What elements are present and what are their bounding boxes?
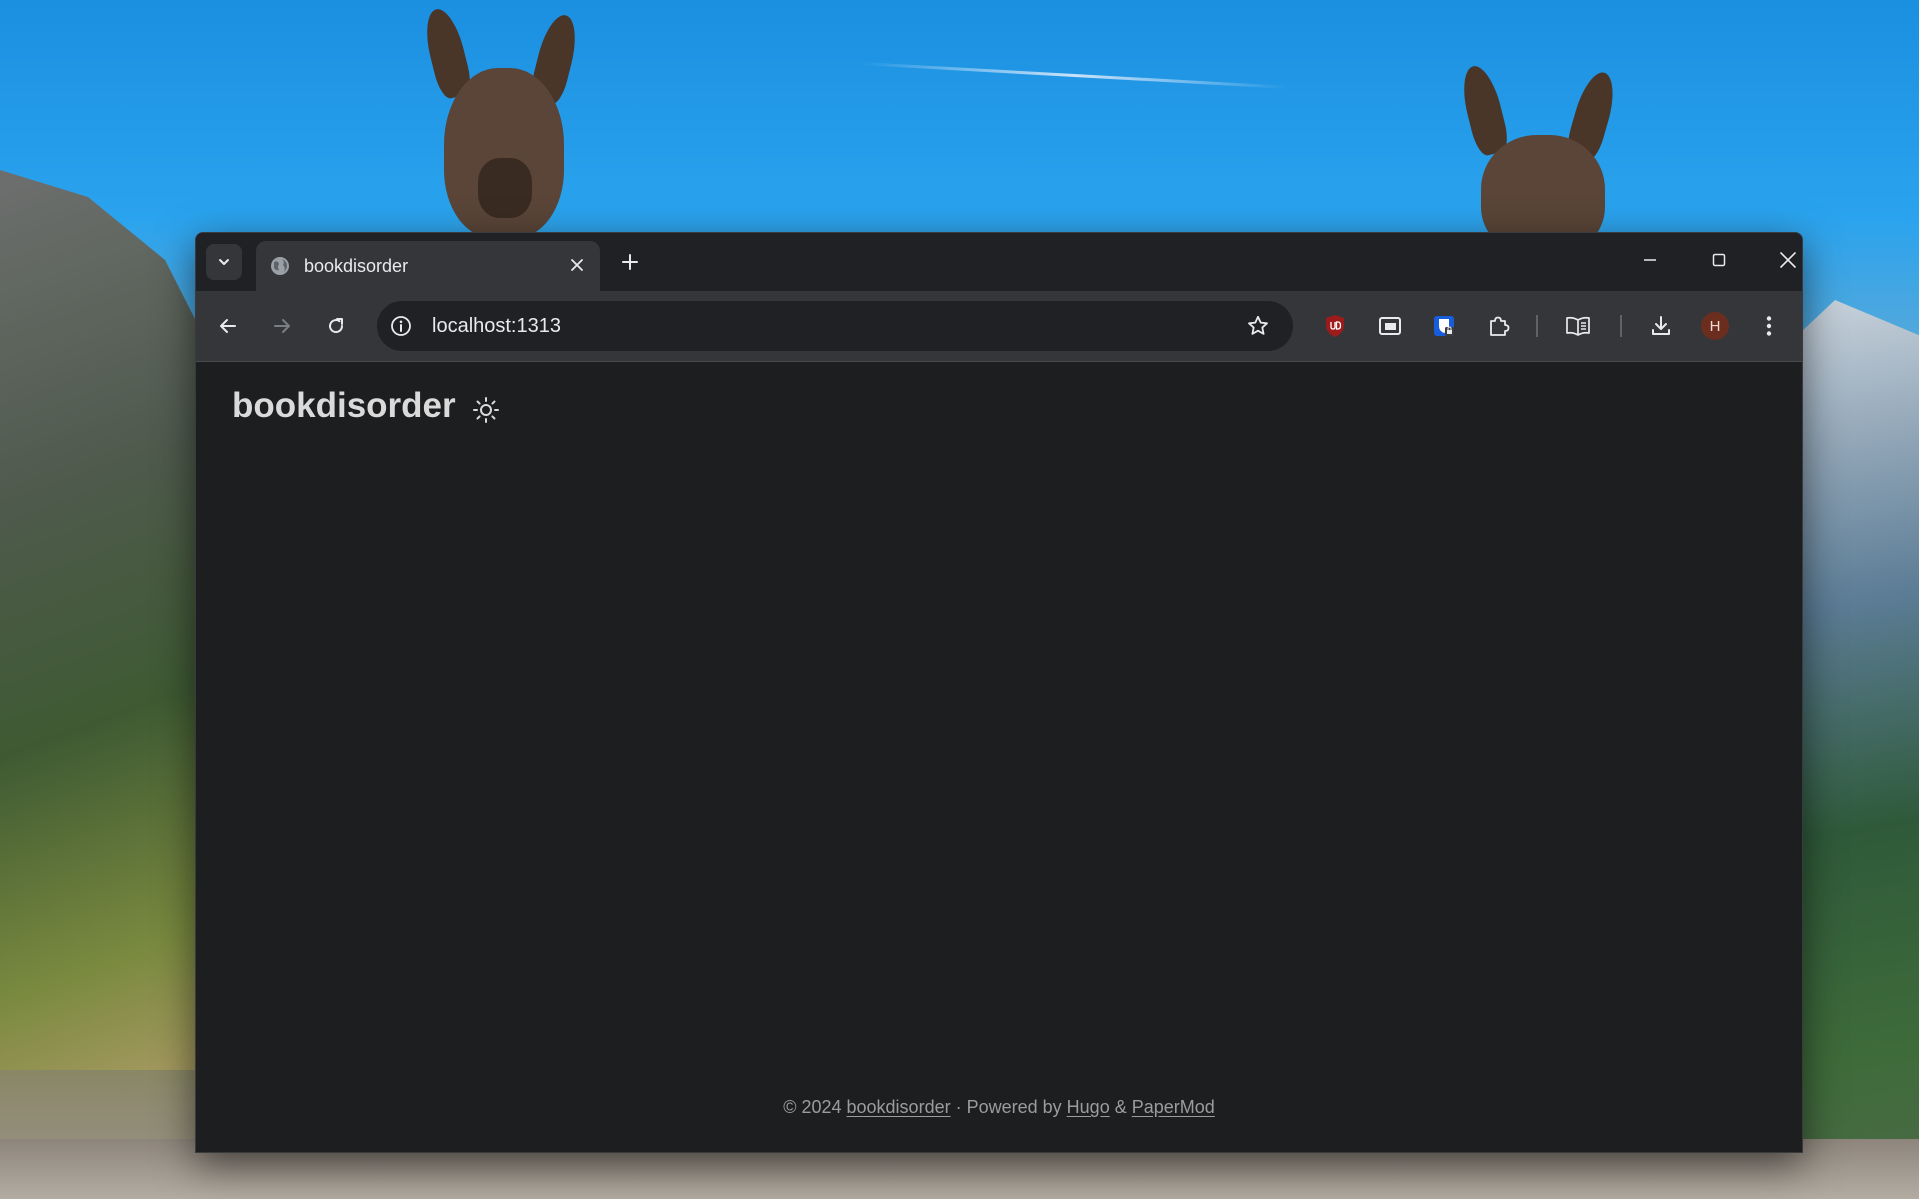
reading-mode-button[interactable]	[1559, 307, 1597, 345]
footer-copyright: © 2024	[783, 1097, 842, 1117]
maximize-icon	[1712, 253, 1726, 267]
site-footer: © 2024 bookdisorder · Powered by Hugo & …	[196, 1097, 1802, 1118]
theme-toggle-button[interactable]	[471, 395, 501, 425]
sun-icon	[473, 397, 499, 423]
picture-in-picture-button[interactable]	[1371, 307, 1409, 345]
star-icon	[1248, 315, 1268, 335]
book-open-icon	[1566, 316, 1590, 336]
close-icon	[1780, 252, 1796, 268]
llama-left	[419, 5, 600, 238]
footer-papermod-link[interactable]: PaperMod	[1132, 1097, 1215, 1117]
password-manager-button[interactable]	[1425, 307, 1463, 345]
arrow-left-icon	[220, 319, 236, 333]
back-button[interactable]	[209, 307, 247, 345]
picture-in-picture-icon	[1379, 317, 1401, 335]
plus-icon	[622, 254, 638, 270]
title-bar: bookdisorder	[196, 233, 1802, 291]
browser-menu-button[interactable]	[1750, 307, 1788, 345]
browser-window: bookdisorder localhost:1313 H bookdisord…	[195, 232, 1803, 1153]
globe-icon	[271, 257, 289, 275]
toolbar-separator	[1620, 315, 1622, 337]
toolbar-separator	[1536, 315, 1538, 337]
llama-right	[1455, 62, 1635, 255]
tab-close-button[interactable]	[566, 254, 588, 276]
profile-avatar[interactable]: H	[1701, 312, 1729, 340]
site-title-link[interactable]: bookdisorder	[232, 386, 456, 426]
mountain-left	[0, 170, 220, 1070]
footer-ampersand: &	[1114, 1097, 1127, 1117]
reload-button[interactable]	[317, 307, 355, 345]
extensions-button[interactable]	[1480, 307, 1518, 345]
forward-button[interactable]	[263, 307, 301, 345]
puzzle-icon	[1490, 316, 1510, 336]
tab-search-button[interactable]	[206, 244, 242, 280]
minimize-icon	[1644, 259, 1656, 261]
downloads-button[interactable]	[1642, 307, 1680, 345]
close-icon	[571, 259, 583, 271]
minimize-button[interactable]	[1624, 241, 1676, 279]
chevron-down-icon	[219, 259, 229, 265]
bookmark-button[interactable]	[1245, 313, 1271, 339]
ublock-extension-button[interactable]	[1316, 307, 1354, 345]
page-content: bookdisorder © 2024 bookdisorder · Power…	[196, 362, 1802, 1152]
ublock-origin-icon	[1326, 315, 1344, 337]
arrow-right-icon	[274, 319, 290, 333]
more-vertical-icon	[1766, 316, 1772, 336]
browser-toolbar: localhost:1313 H	[196, 291, 1802, 362]
new-tab-button[interactable]	[614, 246, 646, 278]
reload-icon	[329, 318, 344, 334]
password-manager-icon	[1434, 316, 1454, 336]
address-bar-url[interactable]: localhost:1313	[432, 315, 561, 338]
maximize-button[interactable]	[1693, 241, 1745, 279]
footer-hugo-link[interactable]: Hugo	[1067, 1097, 1110, 1117]
tab-title: bookdisorder	[304, 256, 409, 276]
sky-contrail	[860, 62, 1290, 89]
site-info-button[interactable]	[389, 314, 413, 338]
footer-site-link[interactable]: bookdisorder	[847, 1097, 951, 1117]
download-icon	[1652, 316, 1670, 335]
footer-powered-by: · Powered by	[955, 1097, 1062, 1117]
close-window-button[interactable]	[1762, 241, 1802, 279]
browser-tab[interactable]: bookdisorder	[256, 241, 600, 291]
address-bar[interactable]: localhost:1313	[377, 301, 1293, 351]
info-icon	[391, 316, 411, 336]
